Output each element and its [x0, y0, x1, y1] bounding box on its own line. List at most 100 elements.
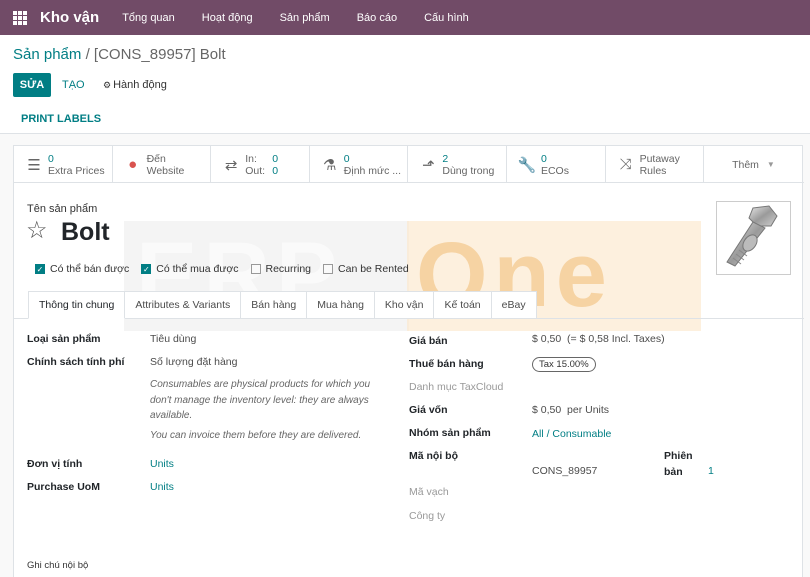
website-top-label: Đến [146, 152, 166, 165]
empty-checkbox-icon [323, 264, 334, 274]
create-button[interactable]: TẠO [62, 79, 85, 91]
ecos-button[interactable]: 🔧 0 ECOs [507, 146, 606, 183]
tax-badge[interactable]: Tax 15.00% [532, 357, 596, 372]
bom-button[interactable]: ⚗ 0 Định mức ... [310, 146, 409, 183]
invoice-policy-value[interactable]: Số lượng đặt hàng [150, 356, 237, 368]
ecos-label: ECOs [540, 164, 569, 177]
more-label: Thêm [732, 158, 759, 171]
version-label-line1: Phiên [664, 450, 693, 462]
top-navbar: Kho vận Tổng quan Hoạt động Sản phẩm Báo… [0, 0, 810, 35]
check-icon: ✓ [141, 264, 152, 274]
random-icon: ⤨ [619, 156, 632, 173]
caret-down-icon: ▼ [766, 160, 775, 169]
menu-overview[interactable]: Tổng quan [122, 12, 175, 24]
tab-inventory[interactable]: Kho vận [374, 291, 435, 319]
product-name-label: Tên sản phẩm [27, 203, 98, 215]
sale-price-label: Giá bán [409, 335, 448, 347]
recurring-label: Recurring [265, 263, 312, 275]
extra-prices-button[interactable]: ☰ 0 Extra Prices [14, 146, 113, 183]
putaway-top-label: Putaway [639, 152, 680, 165]
breadcrumb-current: [CONS_89957] Bolt [93, 46, 226, 63]
smart-buttons: ☰ 0 Extra Prices ● Đến Website ⇄ In: 0 Out:… [14, 146, 804, 183]
cost-value[interactable]: $ 0,50 per Units [532, 404, 609, 416]
gear-icon: ⚙ [103, 80, 112, 90]
internal-reference-value[interactable]: CONS_89957 [532, 465, 597, 477]
breadcrumb: Sản phẩm / [CONS_89957] Bolt [13, 46, 226, 63]
star-icon[interactable]: ☆ [26, 219, 48, 243]
apps-menu-icon[interactable] [13, 10, 27, 25]
ecos-count: 0 [540, 152, 547, 165]
out-value: 0 [272, 164, 279, 177]
in-out-button[interactable]: ⇄ In: 0 Out: 0 [211, 146, 310, 183]
cost-amount: $ 0,50 [532, 404, 562, 416]
used-in-button[interactable]: ⬏ 2 Dùng trong [408, 146, 507, 183]
tab-purchase[interactable]: Mua hàng [307, 291, 375, 319]
breadcrumb-parent[interactable]: Sản phẩm [13, 46, 81, 63]
can-be-purchased-checkbox[interactable]: ✓ Có thể mua được [141, 263, 239, 275]
menu-products[interactable]: Sản phẩm [280, 12, 330, 24]
tab-ebay[interactable]: eBay [491, 291, 537, 319]
menu-operations[interactable]: Hoạt động [202, 12, 253, 24]
invoice-policy-label: Chính sách tính phí [27, 356, 125, 368]
uom-value[interactable]: Units [150, 458, 174, 470]
globe-icon: ● [128, 156, 138, 173]
product-category-value[interactable]: All / Consumable [532, 428, 611, 440]
tab-attributes-variants[interactable]: Attributes & Variants [125, 291, 242, 319]
internal-notes-label: Ghi chú nội bộ [27, 560, 89, 571]
putaway-rules-button[interactable]: ⤨ Putaway Rules [606, 146, 705, 183]
tab-accounting[interactable]: Kế toán [434, 291, 492, 319]
version-value[interactable]: 1 [708, 465, 714, 477]
product-flags: ✓ Có thể bán được ✓ Có thể mua được Recurr… [35, 263, 421, 275]
uom-label: Đơn vị tính [27, 458, 83, 470]
level-up-icon: ⬏ [422, 156, 435, 174]
company-label: Công ty [409, 510, 446, 522]
website-button[interactable]: ● Đến Website [113, 146, 212, 183]
wrench-icon: 🔧 [517, 156, 537, 174]
product-type-label: Loại sản phẩm [27, 333, 101, 345]
product-type-value[interactable]: Tiêu dùng [150, 333, 196, 345]
taxcloud-category-label: Danh mục TaxCloud [409, 381, 504, 393]
more-button[interactable]: Thêm ▼ [704, 146, 803, 183]
product-image[interactable] [716, 201, 791, 275]
can-be-sold-label: Có thể bán được [50, 263, 130, 275]
tab-general-info[interactable]: Thông tin chung [28, 291, 126, 319]
version-label-line2: bản [664, 466, 683, 478]
exchange-icon: ⇄ [224, 156, 238, 174]
menu-reporting[interactable]: Báo cáo [357, 12, 397, 24]
flask-icon: ⚗ [323, 156, 337, 174]
bolt-image-icon [726, 205, 778, 267]
tab-sales[interactable]: Bán hàng [241, 291, 308, 319]
out-label: Out: [245, 164, 266, 177]
can-be-rented-label: Can be Rented [338, 263, 409, 275]
recurring-checkbox[interactable]: Recurring [250, 263, 312, 275]
app-name[interactable]: Kho vận [40, 9, 99, 26]
list-icon: ☰ [27, 156, 41, 174]
website-label: Website [146, 164, 185, 177]
extra-prices-count: 0 [48, 152, 54, 165]
product-title: Bolt [61, 218, 110, 246]
cost-label: Giá vốn [409, 404, 448, 416]
form-sheet: ☰ 0 Extra Prices ● Đến Website ⇄ In: 0 Out:… [13, 145, 804, 577]
customer-taxes-label: Thuế bán hàng [409, 358, 484, 370]
sale-price-amount: $ 0,50 [532, 333, 562, 345]
breadcrumb-separator: / [85, 46, 90, 63]
can-be-rented-checkbox[interactable]: Can be Rented [323, 263, 409, 275]
menu-configuration[interactable]: Cấu hình [424, 12, 469, 24]
cost-unit: per Units [567, 404, 610, 416]
sale-price-incl-taxes: (= $ 0,58 Incl. Taxes) [567, 333, 665, 345]
used-in-count: 2 [442, 152, 449, 165]
empty-checkbox-icon [250, 264, 261, 274]
bom-label: Định mức ... [343, 164, 401, 177]
used-in-label: Dùng trong [442, 164, 495, 177]
print-labels-button[interactable]: PRINT LABELS [21, 113, 101, 125]
product-category-label: Nhóm sản phẩm [409, 427, 491, 439]
check-icon: ✓ [35, 264, 45, 274]
invoice-help-text: You can invoice them before they are del… [150, 430, 362, 441]
purchase-uom-value[interactable]: Units [150, 481, 174, 493]
action-dropdown[interactable]: ⚙ Hành động [103, 79, 167, 91]
internal-reference-label: Mã nội bộ [409, 450, 458, 462]
edit-button[interactable]: SỬA [13, 73, 51, 97]
barcode-label: Mã vạch [409, 486, 449, 498]
sale-price-value[interactable]: $ 0,50 (= $ 0,58 Incl. Taxes) [532, 333, 665, 345]
can-be-sold-checkbox[interactable]: ✓ Có thể bán được [35, 263, 129, 275]
